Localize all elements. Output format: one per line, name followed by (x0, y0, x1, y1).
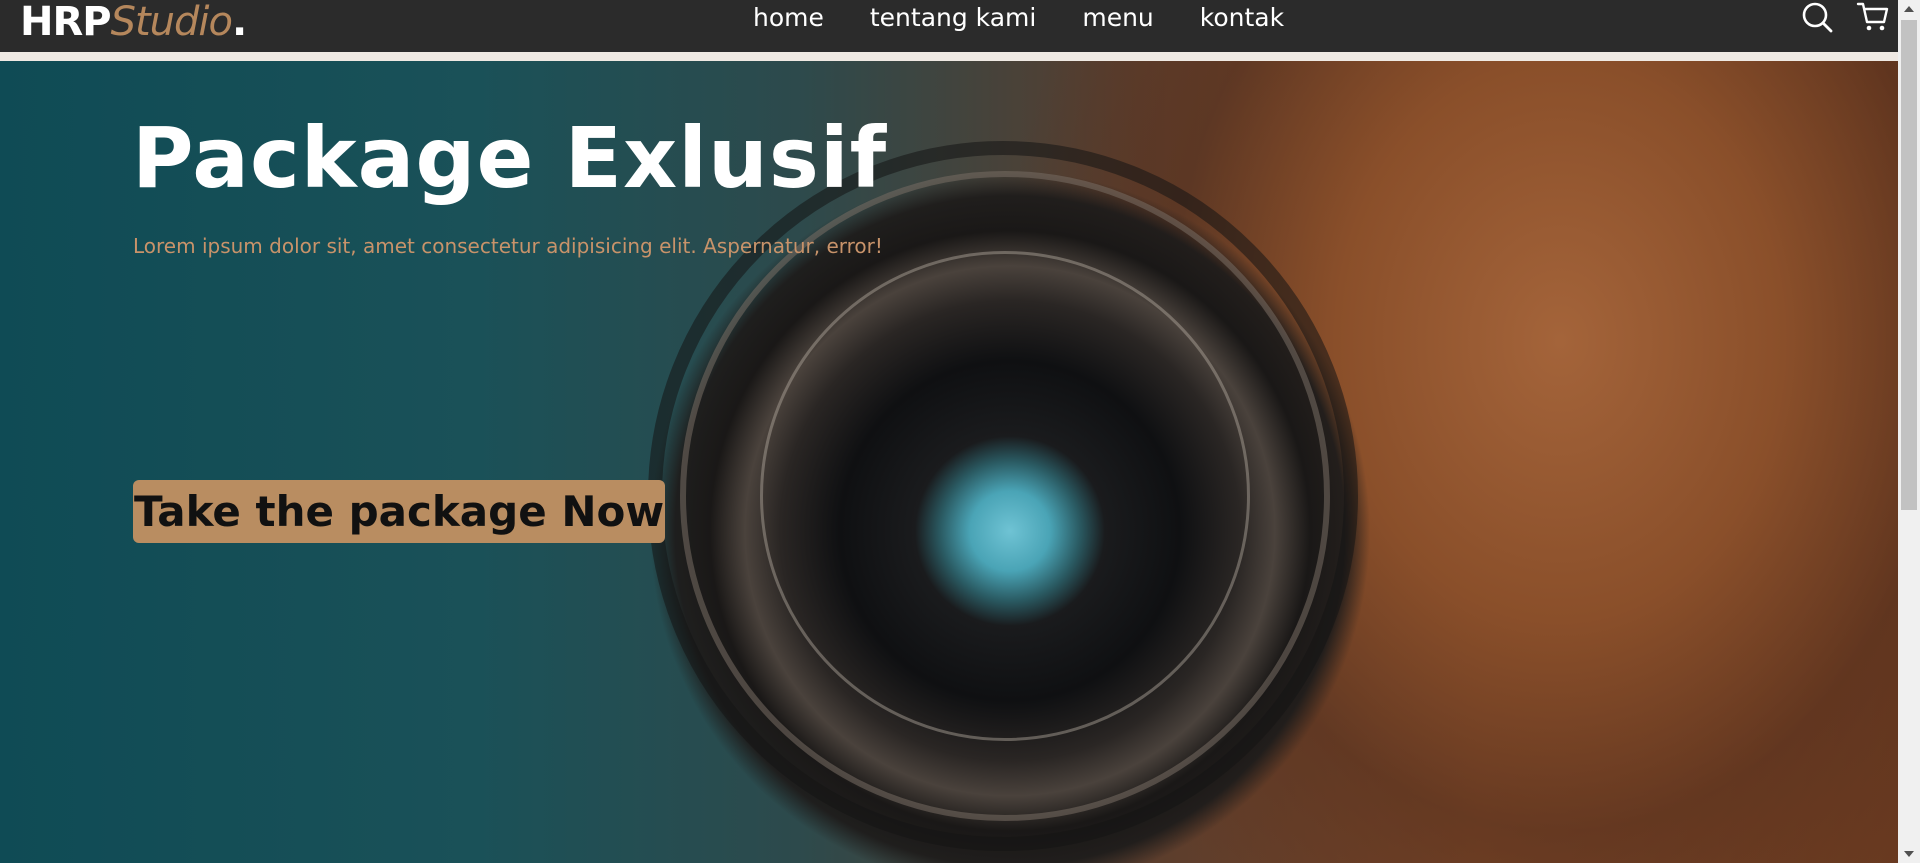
hero-background-lens-ring (760, 251, 1250, 741)
nav-link-home[interactable]: home (753, 3, 824, 32)
hero-section: Package Exlusif Lorem ipsum dolor sit, a… (0, 61, 1898, 863)
take-package-button[interactable]: Take the package Now (133, 480, 666, 543)
logo-dot: . (232, 0, 247, 45)
hero-title: Package Exlusif (132, 109, 888, 207)
nav-link-tentang-kami[interactable]: tentang kami (870, 3, 1036, 32)
scroll-thumb[interactable] (1901, 20, 1917, 510)
hero-description: Lorem ipsum dolor sit, amet consectetur … (133, 234, 883, 258)
nav-links: home tentang kami menu kontak (753, 0, 1284, 34)
nav-icons (1800, 0, 1890, 34)
nav-link-menu[interactable]: menu (1082, 3, 1153, 32)
page-scrollbar[interactable] (1898, 0, 1920, 863)
logo-hrp: HRP (20, 0, 112, 45)
top-navbar: HRP Studio. home tentang kami menu kontak (0, 0, 1898, 52)
search-icon[interactable] (1800, 0, 1834, 34)
brand-logo[interactable]: HRP Studio. (20, 0, 247, 45)
nav-divider (0, 52, 1898, 61)
nav-link-kontak[interactable]: kontak (1200, 3, 1284, 32)
cart-icon[interactable] (1856, 0, 1890, 34)
scroll-up-arrow-icon[interactable] (1904, 6, 1914, 12)
logo-studio: Studio (110, 0, 233, 45)
scroll-down-arrow-icon[interactable] (1904, 851, 1914, 857)
